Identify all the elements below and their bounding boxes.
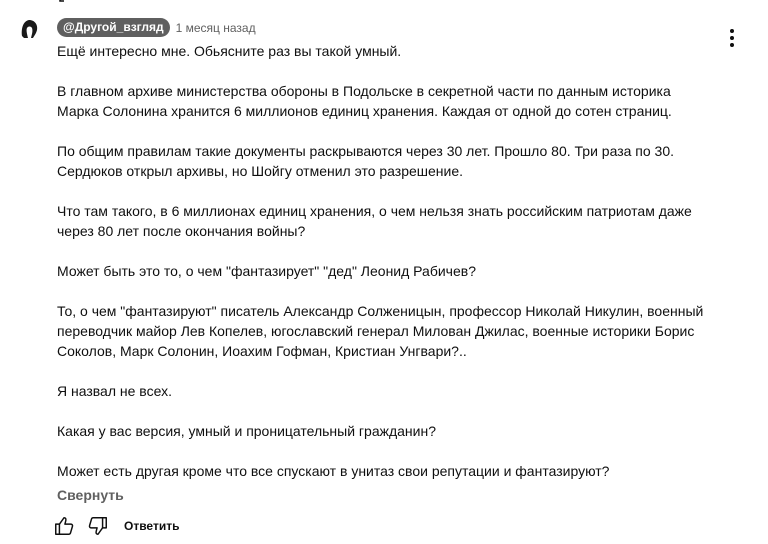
comment-body: Ещё интересно мне. Обьясните раз вы тако… [57, 41, 737, 481]
comment-actions: Ответить [52, 514, 179, 538]
comment-paragraph: Ещё интересно мне. Обьясните раз вы тако… [57, 43, 402, 59]
collapse-button[interactable]: Свернуть [57, 486, 124, 504]
comment-paragraph: Может есть другая кроме что все спускают… [57, 463, 610, 479]
reply-button[interactable]: Ответить [124, 514, 179, 538]
thumb-up-icon [55, 517, 74, 535]
comment-paragraph: Какая у вас версия, умный и проницательн… [57, 423, 437, 439]
thumb-down-icon [88, 517, 107, 535]
comment-paragraph: В главном архиве министерства обороны в … [57, 83, 672, 119]
comment-header: @Другой_взгляд 1 месяц назад [57, 18, 256, 37]
comment-paragraph: То, о чем "фантазируют" писатель Алексан… [57, 303, 704, 359]
comment-paragraph: Может быть это то, о чем "фантазирует" "… [57, 263, 476, 279]
comment-thread: @Другой_взгляд 1 месяц назад Ещё интерес… [0, 0, 768, 544]
comment-paragraph: По общим правилам такие документы раскры… [57, 143, 675, 179]
author-name[interactable]: @Другой_взгляд [57, 18, 170, 37]
comment-paragraph: Я назвал не всех. [57, 383, 172, 399]
comment-timestamp[interactable]: 1 месяц назад [176, 21, 256, 35]
like-button[interactable] [52, 514, 76, 538]
avatar[interactable] [16, 16, 42, 42]
avatar-image [16, 16, 42, 42]
comment-paragraph: Что там такого, в 6 миллионах единиц хра… [57, 203, 692, 239]
dislike-button[interactable] [86, 514, 110, 538]
